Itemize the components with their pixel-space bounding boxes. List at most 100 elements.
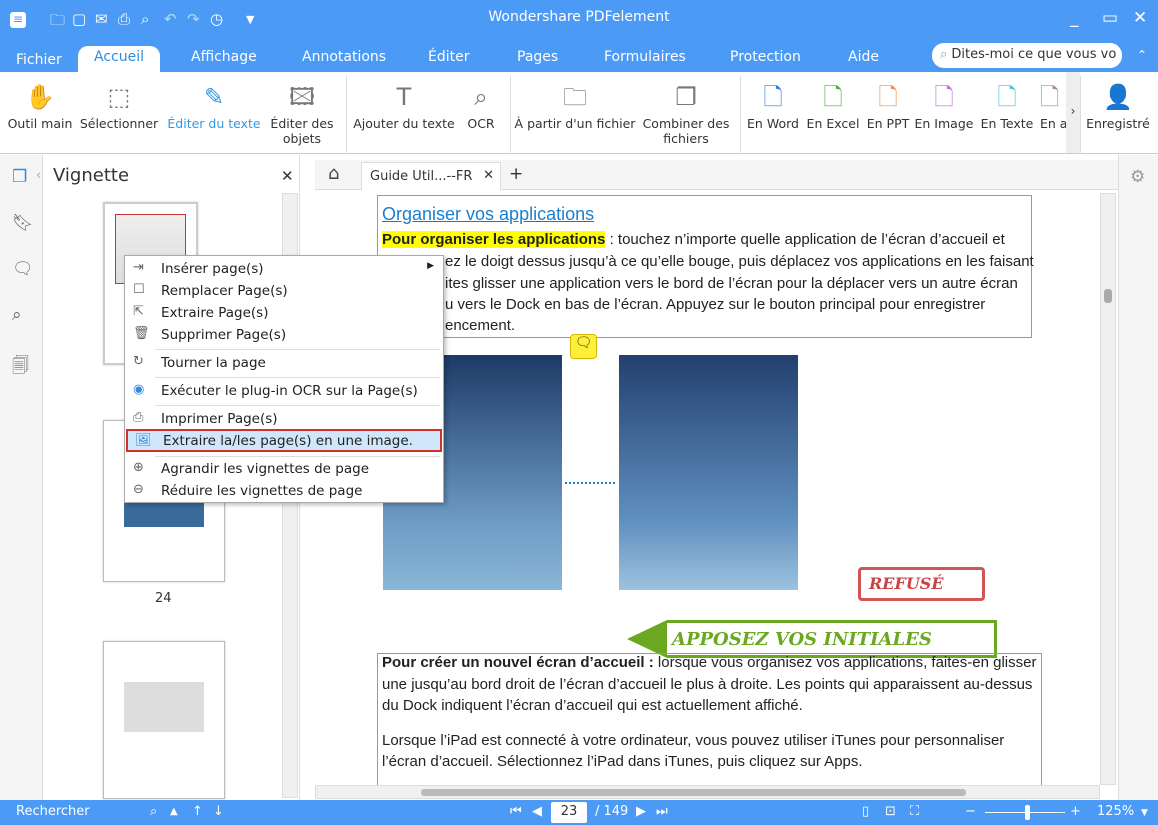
close-icon[interactable]: ✕	[1133, 8, 1147, 28]
ribbon: ✋ Outil main ⬚ Sélectionner ✎ Éditer du tex…	[0, 72, 1158, 154]
edit-objects-button[interactable]: 🖾 Éditer des objets	[266, 80, 338, 146]
document-vertical-scrollbar[interactable]	[1100, 193, 1116, 785]
tab-formulaires[interactable]: Formulaires	[604, 49, 686, 65]
to-excel-button[interactable]: 🗋 En Excel	[804, 80, 862, 131]
document-tab[interactable]: Guide Util...--FR ✕	[361, 162, 501, 190]
doc-p1-line: ites glisser une application vers le bor…	[445, 275, 1018, 292]
menu-item-extract-image[interactable]: 🖼 Extraire la/les page(s) en une image.	[126, 429, 442, 452]
collapse-panel-icon[interactable]: ‹	[36, 168, 41, 183]
tab-protection[interactable]: Protection	[730, 49, 801, 65]
to-word-button[interactable]: 🗋 En Word	[745, 80, 801, 131]
rotate-icon: ↻	[133, 354, 144, 369]
excel-file-icon: 🗋	[823, 83, 843, 111]
zoom-slider-handle[interactable]	[1025, 805, 1030, 820]
text-file-icon: 🗋	[997, 83, 1017, 111]
ocr-icon: ◉	[133, 382, 145, 397]
arrow-up-icon[interactable]: ↑	[192, 804, 203, 819]
text-icon: T	[396, 83, 412, 111]
doc-p1-bold: Pour organiser les applications	[382, 231, 606, 248]
doc-p1-line: encement.	[445, 317, 516, 334]
zoom-slider[interactable]	[985, 805, 1065, 820]
combine-files-button[interactable]: ❐ Combiner des fichiers	[640, 80, 732, 146]
to-text-button[interactable]: 🗋 En Texte	[978, 80, 1036, 131]
doc-p3-line: l’écran d’accueil. Sélectionnez l’iPad d…	[382, 753, 863, 770]
search-icon: ⌕	[940, 47, 952, 62]
page-number-input[interactable]: 23	[551, 802, 587, 823]
add-text-button[interactable]: T Ajouter du texte	[350, 80, 458, 131]
window-title: Wondershare PDFelement	[488, 9, 670, 25]
menu-item-insert[interactable]: ⇥ Insérer page(s) ▶	[126, 258, 442, 280]
menu-item-delete[interactable]: 🗑 Supprimer Page(s)	[126, 324, 442, 346]
menu-item-extract[interactable]: ⇱ Extraire Page(s)	[126, 302, 442, 324]
page-number-label: 24	[155, 591, 172, 606]
search-page-icon[interactable]: 🗐	[12, 353, 29, 382]
menu-item-print[interactable]: ⎙ Imprimer Page(s)	[126, 408, 442, 430]
thumbnail-page-25[interactable]	[103, 641, 225, 799]
to-image-button[interactable]: 🗋 En Image	[914, 80, 974, 131]
arrow-down-icon[interactable]: ↓	[213, 804, 224, 819]
thumbnails-icon[interactable]: ❐	[12, 167, 27, 187]
maximize-icon[interactable]: ▭	[1102, 8, 1118, 28]
first-page-icon[interactable]: ⏮	[510, 804, 522, 819]
zoom-out-icon[interactable]: −	[965, 804, 976, 819]
combine-icon: ❐	[675, 83, 697, 111]
zoom-level[interactable]: 125%	[1097, 804, 1134, 819]
to-other-button[interactable]: 🗋 En a	[1040, 80, 1066, 131]
settings-gear-icon[interactable]: ⚙	[1130, 167, 1145, 187]
zoom-out-icon: ⊖	[133, 482, 144, 497]
from-file-button[interactable]: 🗀 À partir d'un fichier	[514, 80, 636, 131]
ppt-file-icon: 🗋	[878, 83, 898, 111]
collapse-ribbon-icon[interactable]: ⌃	[1137, 48, 1147, 62]
search-icon[interactable]: ⌕	[150, 804, 157, 819]
tab-accueil[interactable]: Accueil	[78, 46, 160, 72]
search-input[interactable]: ⌕ Dites-moi ce que vous vo	[932, 43, 1122, 68]
close-panel-icon[interactable]: ✕	[281, 167, 294, 185]
menu-item-replace[interactable]: ☐ Remplacer Page(s)	[126, 280, 442, 302]
tab-pages[interactable]: Pages	[517, 49, 558, 65]
fit-height-icon[interactable]: ⊡	[885, 804, 896, 819]
comment-icon[interactable]: 🗨	[12, 259, 34, 279]
menu-item-rotate[interactable]: ↻ Tourner la page	[126, 352, 442, 374]
zoom-dropdown-icon[interactable]: ▼	[1141, 808, 1148, 818]
minimize-icon[interactable]: _	[1070, 8, 1079, 28]
menu-item-enlarge-thumbnails[interactable]: ⊕ Agrandir les vignettes de page	[126, 458, 442, 480]
comment-note-icon[interactable]: 🗨	[570, 334, 597, 359]
registered-button[interactable]: 👤 Enregistré	[1082, 80, 1154, 131]
search-label: Rechercher	[16, 804, 90, 819]
print-icon: ⎙	[133, 410, 144, 425]
single-page-icon[interactable]: ▯	[862, 804, 869, 819]
stamp-refuse[interactable]: REFUSÉ	[858, 567, 985, 601]
bookmark-icon[interactable]: 🔖︎	[12, 213, 34, 233]
tab-editer[interactable]: Éditer	[428, 49, 469, 65]
tab-annotations[interactable]: Annotations	[302, 49, 386, 65]
previous-page-icon[interactable]: ◀	[532, 804, 542, 819]
ocr-button[interactable]: ⌕ OCR	[462, 80, 500, 131]
menu-item-shrink-thumbnails[interactable]: ⊖ Réduire les vignettes de page	[126, 480, 442, 502]
menu-item-ocr[interactable]: ◉ Exécuter le plug-in OCR sur la Page(s)	[126, 380, 442, 402]
tab-affichage[interactable]: Affichage	[191, 49, 257, 65]
total-pages: / 149	[595, 804, 629, 819]
image-file-icon: 🗋	[934, 83, 954, 111]
select-button[interactable]: ⬚ Sélectionner	[78, 80, 160, 131]
replace-icon: ☐	[133, 282, 145, 297]
next-page-icon[interactable]: ▶	[636, 804, 646, 819]
new-tab-icon[interactable]: +	[509, 164, 523, 184]
previous-result-icon[interactable]: ▲	[170, 806, 178, 817]
close-tab-icon[interactable]: ✕	[483, 168, 494, 183]
doc-p2-bold: Pour créer un nouvel écran d’accueil :	[382, 654, 654, 671]
ribbon-scroll-right[interactable]: ›	[1066, 72, 1080, 153]
tab-aide[interactable]: Aide	[848, 49, 879, 65]
search-icon[interactable]: ⌕	[12, 305, 22, 325]
fit-width-icon[interactable]: ⛶	[910, 804, 919, 819]
edit-text-button[interactable]: ✎ Éditer du texte	[165, 80, 263, 131]
zoom-in-icon[interactable]: +	[1070, 804, 1081, 819]
doc-p1-line: : touchez n’importe quelle application d…	[605, 231, 1005, 248]
hand-tool-button[interactable]: ✋ Outil main	[5, 80, 75, 131]
insert-icon: ⇥	[133, 260, 144, 275]
image-export-icon: 🖼	[135, 433, 152, 448]
last-page-icon[interactable]: ⏭	[656, 804, 668, 819]
tab-fichier[interactable]: Fichier	[16, 52, 62, 68]
document-horizontal-scrollbar[interactable]	[315, 785, 1100, 799]
to-ppt-button[interactable]: 🗋 En PPT	[864, 80, 912, 131]
home-icon[interactable]: ⌂	[328, 163, 339, 184]
